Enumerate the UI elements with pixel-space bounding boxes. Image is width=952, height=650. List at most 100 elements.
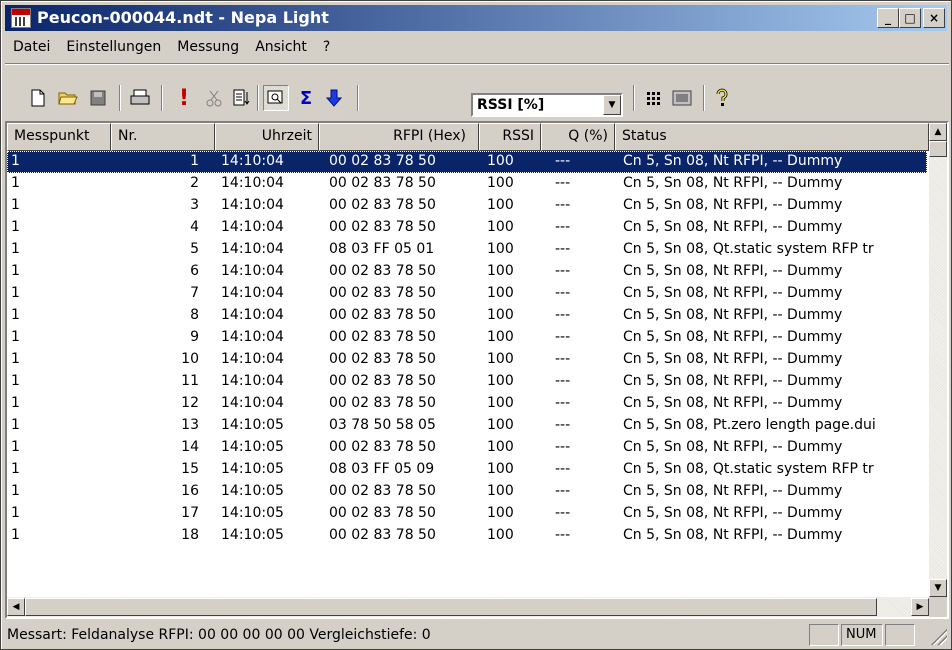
cell-rfpi: 03 78 50 58 05: [329, 417, 436, 433]
column-header-rfpi[interactable]: RFPI (Hex): [319, 123, 479, 151]
vertical-scroll-thumb[interactable]: [929, 141, 947, 157]
table-row[interactable]: 1 3 14:10:04 00 02 83 78 50 100 --- Cn 5, Sn 0…: [7, 195, 927, 217]
cell-q: ---: [555, 527, 571, 543]
horizontal-scrollbar[interactable]: ◀ ▶: [7, 597, 947, 617]
cell-rfpi: 00 02 83 78 50: [329, 175, 436, 191]
table-row[interactable]: 1 17 14:10:05 00 02 83 78 50 100 --- Cn 5, Sn …: [7, 503, 927, 525]
cell-nr: 13: [181, 417, 199, 433]
toolbar-separator: [161, 85, 163, 111]
menu-einstellungen[interactable]: Einstellungen: [58, 39, 169, 55]
app-window: Peucon-000044.ndt - Nepa Light _ □ × Dat…: [0, 0, 952, 650]
scroll-left-button[interactable]: ◀: [7, 598, 25, 616]
column-header-q[interactable]: Q (%): [541, 123, 615, 151]
table-row[interactable]: 1 16 14:10:05 00 02 83 78 50 100 --- Cn 5, Sn …: [7, 481, 927, 503]
cell-messpunkt: 1: [11, 153, 20, 169]
table-row[interactable]: 1 1 14:10:04 00 02 83 78 50 100 --- Cn 5, Sn 0…: [7, 151, 927, 173]
status-panel-empty-2: [885, 624, 915, 646]
chevron-down-icon[interactable]: ▼: [603, 95, 621, 115]
grid-icon[interactable]: [641, 85, 667, 111]
table-row[interactable]: 1 18 14:10:05 00 02 83 78 50 100 --- Cn 5, Sn …: [7, 525, 927, 547]
cell-rssi: 100: [487, 263, 514, 279]
new-document-icon[interactable]: [25, 85, 51, 111]
column-header-rssi[interactable]: RSSI: [479, 123, 541, 151]
maximize-icon: □: [904, 11, 916, 25]
sum-icon[interactable]: Σ: [293, 85, 319, 111]
scroll-down-button[interactable]: ▼: [929, 579, 947, 597]
cell-status: Cn 5, Sn 08, Nt RFPI, -- Dummy: [623, 439, 843, 455]
minimize-button[interactable]: _: [877, 8, 899, 28]
sort-icon[interactable]: [229, 85, 255, 111]
vertical-scrollbar[interactable]: ▲ ▼: [929, 123, 947, 597]
table-row[interactable]: 1 9 14:10:04 00 02 83 78 50 100 --- Cn 5, Sn 0…: [7, 327, 927, 349]
measurement-list[interactable]: Messpunkt Nr. Uhrzeit RFPI (Hex) RSSI Q …: [5, 121, 949, 619]
cell-rfpi: 00 02 83 78 50: [329, 351, 436, 367]
cell-rfpi: 00 02 83 78 50: [329, 373, 436, 389]
cell-messpunkt: 1: [11, 307, 20, 323]
cell-rfpi: 08 03 FF 05 01: [329, 241, 435, 257]
maximize-button[interactable]: □: [899, 8, 921, 28]
title-bar[interactable]: Peucon-000044.ndt - Nepa Light _ □ ×: [5, 5, 947, 31]
cell-nr: 15: [181, 461, 199, 477]
menu-datei[interactable]: Datei: [5, 39, 58, 55]
cell-messpunkt: 1: [11, 395, 20, 411]
cell-messpunkt: 1: [11, 527, 20, 543]
cell-rssi: 100: [487, 329, 514, 345]
display-mode-select[interactable]: RSSI [%] ▼: [471, 93, 623, 117]
menu-ansicht[interactable]: Ansicht: [247, 39, 315, 55]
cell-uhrzeit: 14:10:04: [221, 175, 284, 191]
print-icon[interactable]: [127, 85, 153, 111]
cell-q: ---: [555, 505, 571, 521]
toolbar-separator: [257, 85, 259, 111]
table-row[interactable]: 1 10 14:10:04 00 02 83 78 50 100 --- Cn 5, Sn …: [7, 349, 927, 371]
toolbar-separator: [357, 85, 359, 111]
close-icon: ×: [928, 11, 940, 25]
cell-rssi: 100: [487, 175, 514, 191]
cell-nr: 17: [181, 505, 199, 521]
resize-grip-icon[interactable]: [931, 629, 947, 645]
cell-nr: 4: [190, 219, 199, 235]
cut-icon[interactable]: [201, 85, 227, 111]
cell-q: ---: [555, 395, 571, 411]
column-header-status[interactable]: Status: [615, 123, 929, 151]
column-header-uhrzeit[interactable]: Uhrzeit: [215, 123, 319, 151]
close-button[interactable]: ×: [923, 8, 945, 28]
cell-rfpi: 00 02 83 78 50: [329, 285, 436, 301]
table-row[interactable]: 1 14 14:10:05 00 02 83 78 50 100 --- Cn 5, Sn …: [7, 437, 927, 459]
app-icon[interactable]: [11, 8, 31, 28]
table-row[interactable]: 1 15 14:10:05 08 03 FF 05 09 100 --- Cn 5, Sn …: [7, 459, 927, 481]
table-row[interactable]: 1 13 14:10:05 03 78 50 58 05 100 --- Cn 5, Sn …: [7, 415, 927, 437]
find-icon[interactable]: [263, 85, 289, 111]
table-row[interactable]: 1 7 14:10:04 00 02 83 78 50 100 --- Cn 5, Sn 0…: [7, 283, 927, 305]
table-row[interactable]: 1 2 14:10:04 00 02 83 78 50 100 --- Cn 5, Sn 0…: [7, 173, 927, 195]
cell-messpunkt: 1: [11, 483, 20, 499]
cell-status: Cn 5, Sn 08, Nt RFPI, -- Dummy: [623, 175, 843, 191]
table-row[interactable]: 1 8 14:10:04 00 02 83 78 50 100 --- Cn 5, Sn 0…: [7, 305, 927, 327]
cell-messpunkt: 1: [11, 175, 20, 191]
table-row[interactable]: 1 11 14:10:04 00 02 83 78 50 100 --- Cn 5, Sn …: [7, 371, 927, 393]
scroll-right-button[interactable]: ▶: [911, 598, 929, 616]
alert-icon[interactable]: !: [171, 85, 197, 111]
menu-help[interactable]: ?: [315, 39, 338, 55]
menu-messung[interactable]: Messung: [169, 39, 247, 55]
arrow-down-icon[interactable]: [321, 85, 347, 111]
cell-rssi: 100: [487, 461, 514, 477]
cell-messpunkt: 1: [11, 351, 20, 367]
help-icon[interactable]: [709, 85, 735, 111]
cell-rfpi: 00 02 83 78 50: [329, 219, 436, 235]
device-icon[interactable]: [669, 85, 695, 111]
column-header-messpunkt[interactable]: Messpunkt: [7, 123, 111, 151]
save-icon[interactable]: [85, 85, 111, 111]
table-row[interactable]: 1 6 14:10:04 00 02 83 78 50 100 --- Cn 5, Sn 0…: [7, 261, 927, 283]
table-row[interactable]: 1 12 14:10:04 00 02 83 78 50 100 --- Cn 5, Sn …: [7, 393, 927, 415]
cell-q: ---: [555, 263, 571, 279]
cell-uhrzeit: 14:10:04: [221, 373, 284, 389]
cell-rfpi: 00 02 83 78 50: [329, 329, 436, 345]
horizontal-scroll-thumb[interactable]: [25, 598, 877, 616]
column-header-nr[interactable]: Nr.: [111, 123, 215, 151]
table-row[interactable]: 1 4 14:10:04 00 02 83 78 50 100 --- Cn 5, Sn 0…: [7, 217, 927, 239]
cell-q: ---: [555, 241, 571, 257]
table-row[interactable]: 1 5 14:10:04 08 03 FF 05 01 100 --- Cn 5, Sn 0…: [7, 239, 927, 261]
open-folder-icon[interactable]: [55, 85, 81, 111]
cell-q: ---: [555, 175, 571, 191]
scroll-up-button[interactable]: ▲: [929, 123, 947, 141]
